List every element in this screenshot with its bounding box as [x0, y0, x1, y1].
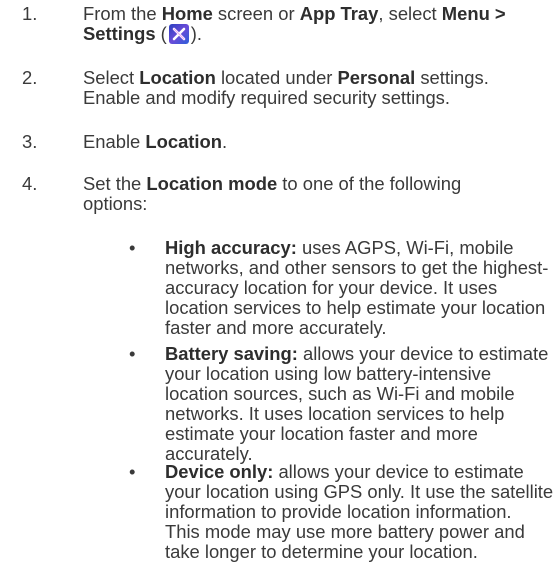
- step-number: 4.: [22, 173, 38, 194]
- option-text: High accuracy: uses AGPS, Wi-Fi, mobile …: [165, 237, 549, 338]
- bullet: •: [129, 461, 136, 482]
- step-text: Select Location located under Personal s…: [83, 67, 489, 108]
- step-number: 2.: [22, 67, 38, 88]
- bullet: •: [129, 343, 136, 364]
- step-text: Set the Location mode to one of the foll…: [83, 173, 462, 214]
- bullet: •: [129, 237, 136, 258]
- step-number: 3.: [22, 131, 38, 152]
- settings-app-icon: [168, 24, 189, 44]
- step-number: 1.: [22, 3, 38, 24]
- step-text: Enable Location.: [83, 131, 228, 152]
- option-text: Device only: allows your device to estim…: [165, 461, 554, 562]
- step-text: From the Home screen or App Tray, select…: [83, 3, 506, 44]
- option-text: Battery saving: allows your device to es…: [165, 343, 549, 464]
- instruction-document: 1. From the Home screen or App Tray, sel…: [0, 0, 558, 568]
